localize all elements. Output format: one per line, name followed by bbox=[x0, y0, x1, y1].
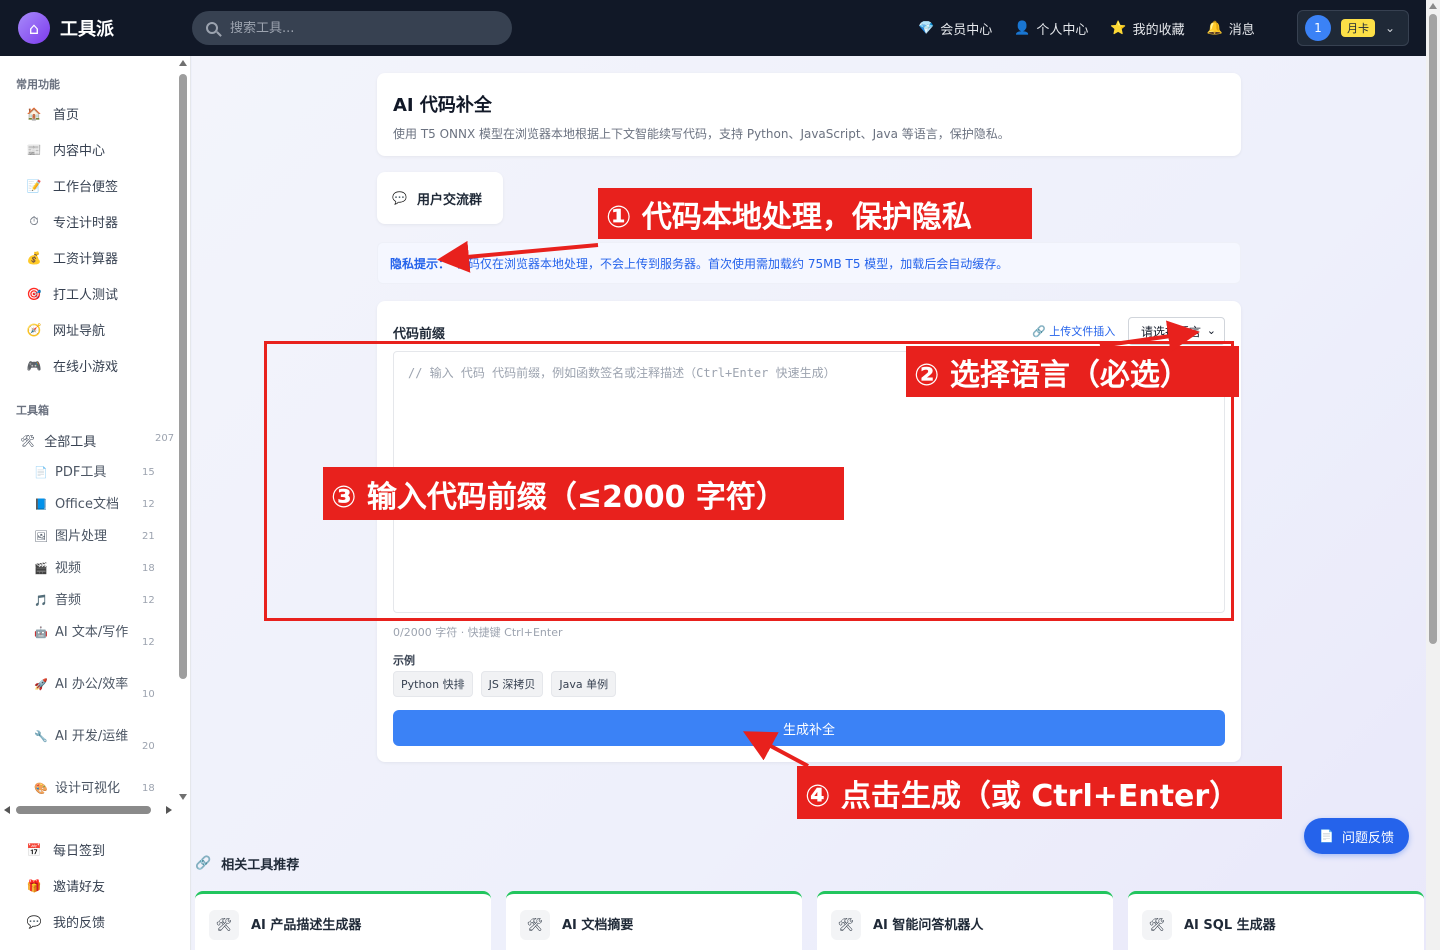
scroll-up-icon[interactable] bbox=[1429, 3, 1437, 9]
arrow-to-language bbox=[1099, 320, 1200, 353]
page-scrollbar[interactable] bbox=[1426, 0, 1440, 950]
scrollbar-thumb[interactable] bbox=[1429, 14, 1437, 644]
arrow-to-generate bbox=[742, 731, 809, 768]
arrow-to-privacy bbox=[437, 240, 599, 273]
annotation-arrows bbox=[437, 240, 1200, 768]
